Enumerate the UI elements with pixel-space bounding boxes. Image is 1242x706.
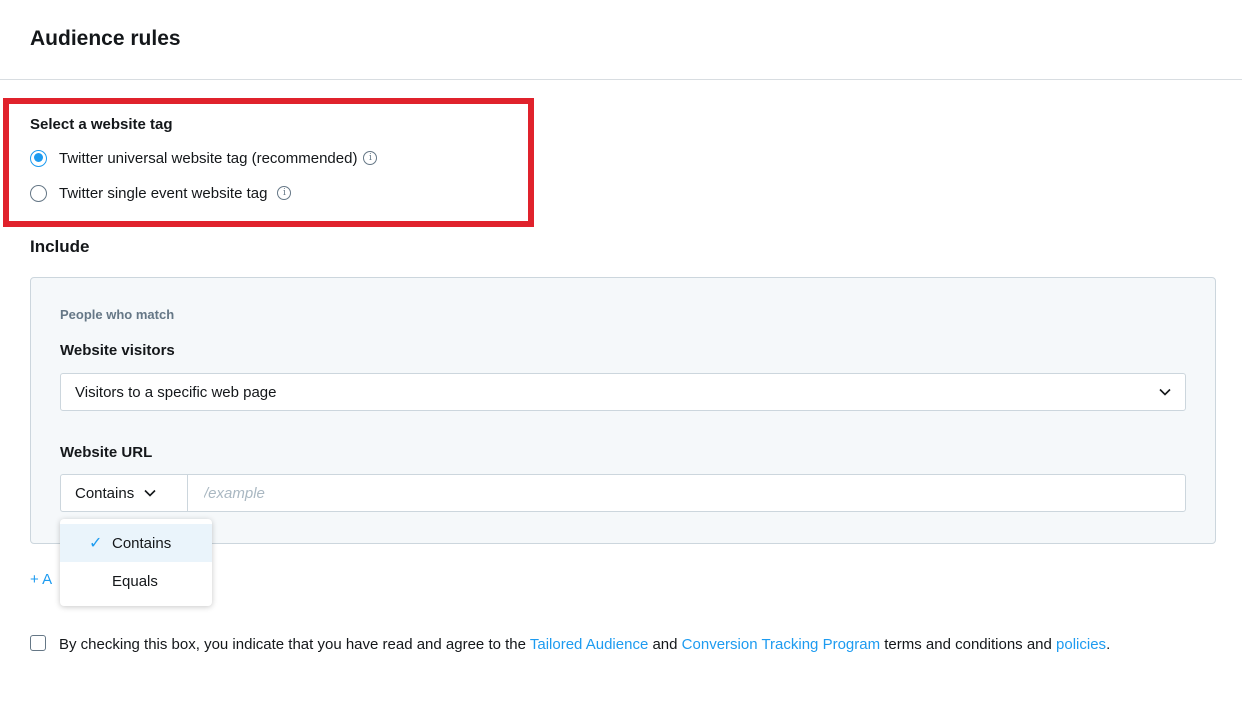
terms-text-part: terms and conditions and <box>880 636 1057 653</box>
include-heading: Include <box>30 237 90 256</box>
header-divider <box>0 79 1242 80</box>
radio-button-unchecked[interactable] <box>30 184 47 202</box>
info-icon[interactable]: i <box>277 186 292 200</box>
url-operator-value: Contains <box>75 484 135 502</box>
operator-option-contains[interactable]: ✓ Contains <box>60 524 212 562</box>
operator-option-label: Contains <box>112 534 172 552</box>
info-icon[interactable]: i <box>363 151 378 165</box>
conversion-tracking-link[interactable]: Conversion Tracking Program <box>682 636 880 653</box>
people-who-match-label: People who match <box>60 307 175 322</box>
policies-link[interactable]: policies <box>1056 636 1106 653</box>
website-visitors-label: Website visitors <box>60 342 175 359</box>
tailored-audience-link[interactable]: Tailored Audience <box>530 636 648 653</box>
radio-button-checked[interactable] <box>30 149 47 167</box>
terms-agreement-row: By checking this box, you indicate that … <box>30 633 1180 657</box>
website-tag-label: Select a website tag <box>30 116 173 133</box>
chevron-down-icon <box>144 489 156 497</box>
terms-text-part: . <box>1106 636 1111 653</box>
terms-checkbox[interactable] <box>30 635 46 651</box>
website-url-label: Website URL <box>60 444 153 461</box>
terms-text: By checking this box, you indicate that … <box>59 633 1159 657</box>
website-url-field-group: Contains <box>60 474 1186 512</box>
website-visitors-select[interactable]: Visitors to a specific web page <box>60 373 1186 411</box>
radio-universal-tag[interactable]: Twitter universal website tag (recommend… <box>30 147 378 169</box>
add-rule-link[interactable]: + A <box>30 571 52 588</box>
radio-single-event-tag[interactable]: Twitter single event website tag i <box>30 182 292 204</box>
terms-text-part: and <box>648 636 682 653</box>
radio-universal-tag-label: Twitter universal website tag (recommend… <box>59 149 358 167</box>
terms-text-part: By checking this box, you indicate that … <box>59 636 530 653</box>
operator-dropdown-menu: ✓ Contains Equals <box>60 519 212 606</box>
checkmark-icon: ✓ <box>89 535 103 552</box>
chevron-down-icon <box>1159 388 1171 396</box>
operator-option-label: Equals <box>112 572 158 590</box>
page-title: Audience rules <box>30 27 181 50</box>
url-operator-dropdown[interactable]: Contains <box>61 475 188 511</box>
website-visitors-value: Visitors to a specific web page <box>75 383 277 401</box>
operator-option-equals[interactable]: Equals <box>60 562 212 600</box>
radio-single-event-tag-label: Twitter single event website tag <box>59 184 268 202</box>
website-url-input[interactable] <box>188 475 1185 511</box>
